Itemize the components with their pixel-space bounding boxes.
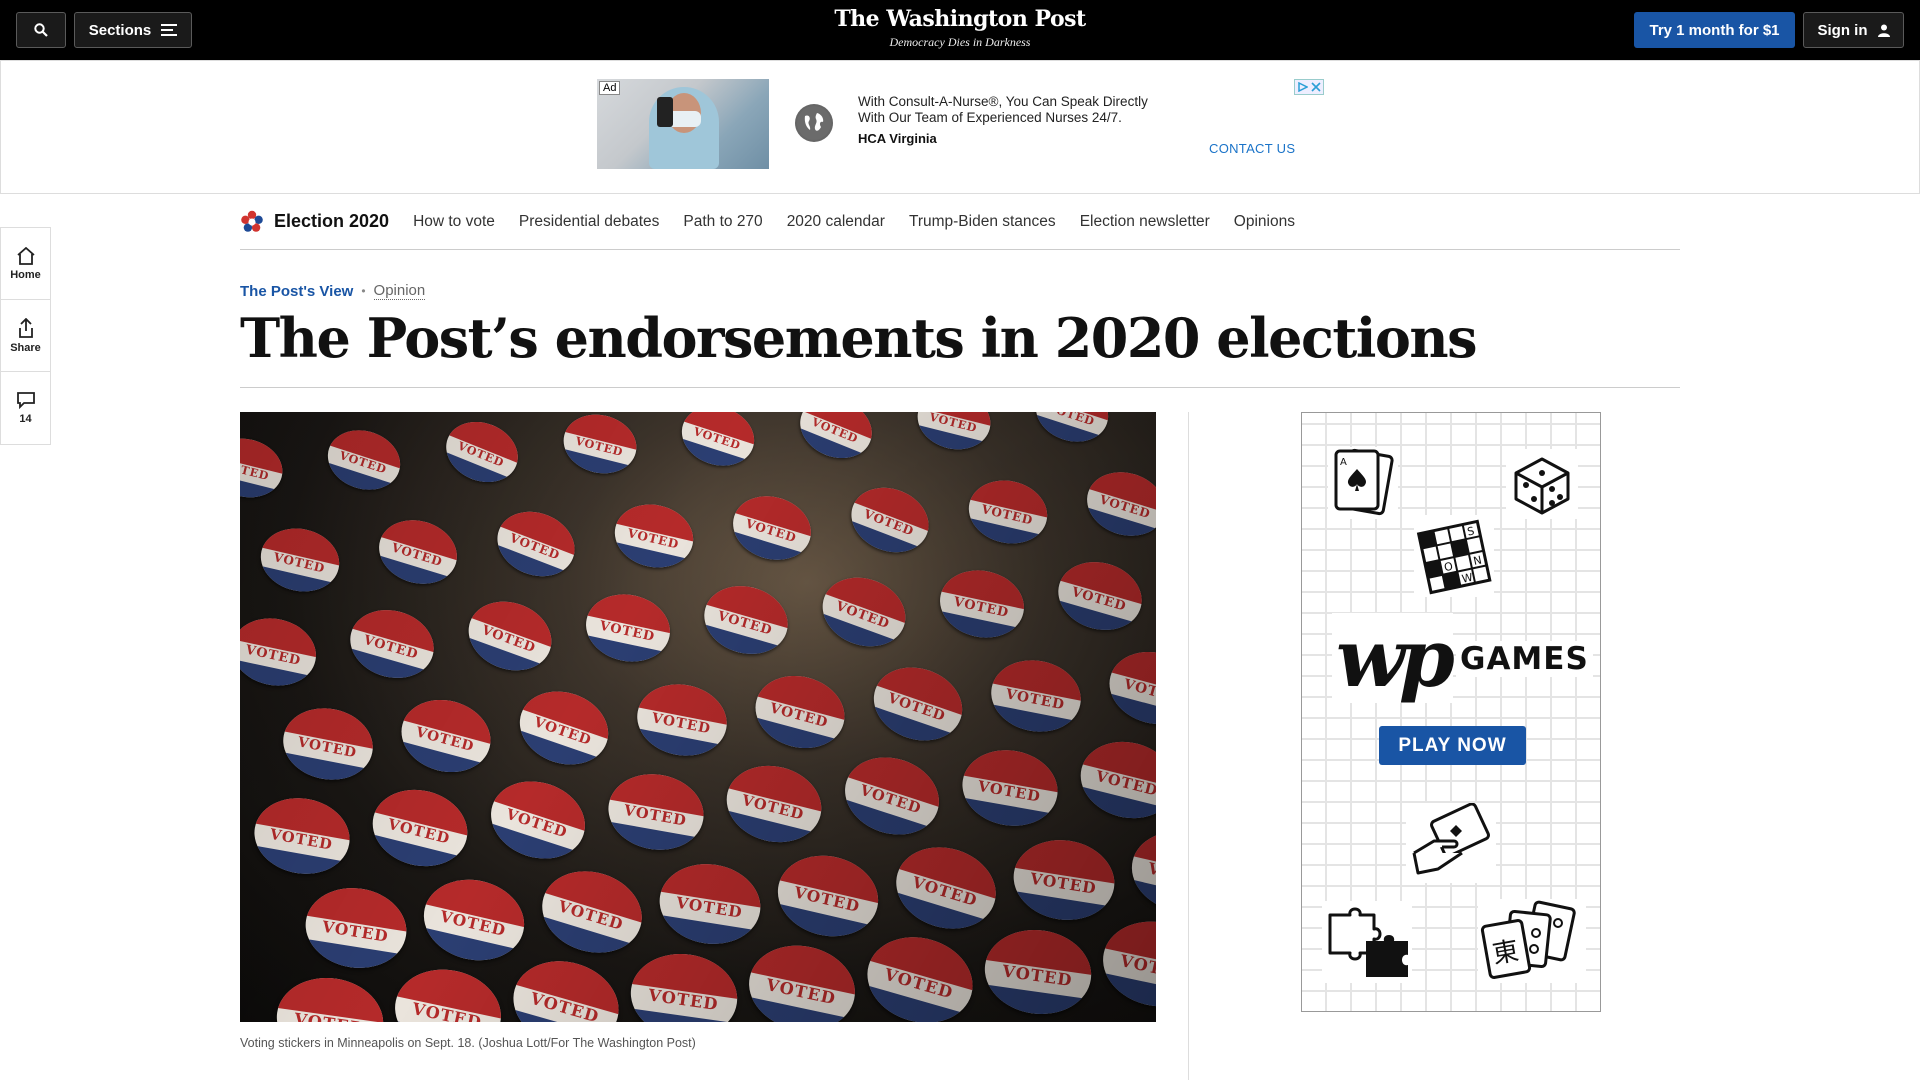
kicker-separator: •: [361, 284, 366, 298]
home-icon: [16, 246, 35, 265]
ad-label: Ad: [599, 81, 621, 95]
play-now-button[interactable]: PLAY NOW: [1379, 726, 1526, 765]
ad-sponsor[interactable]: HCA Virginia: [858, 131, 937, 146]
sign-in-label: Sign in: [1817, 21, 1868, 39]
share-icon: [18, 317, 33, 338]
column-divider: [1188, 412, 1189, 1080]
search-icon: [34, 23, 48, 37]
election-2020-title[interactable]: Election 2020: [274, 211, 389, 232]
nav-link-opinions[interactable]: Opinions: [1234, 213, 1295, 231]
home-button[interactable]: Home: [1, 228, 50, 300]
subscribe-button[interactable]: Try 1 month for $1: [1634, 12, 1795, 48]
sections-label: Sections: [88, 21, 152, 39]
tagline: Democracy Dies in Darkness: [889, 35, 1031, 49]
nav-link-how-to-vote[interactable]: How to vote: [413, 213, 495, 231]
article-kicker: The Post's View • Opinion: [240, 282, 426, 300]
comments-button[interactable]: 14: [1, 372, 50, 444]
nav-link-trump-biden-stances[interactable]: Trump-Biden stances: [909, 213, 1056, 231]
nav-link-election-newsletter[interactable]: Election newsletter: [1080, 213, 1210, 231]
image-caption: Voting stickers in Minneapolis on Sept. …: [240, 1036, 696, 1050]
adchoices-triangle-icon: [1297, 82, 1308, 92]
mahjong-tiles-icon: 東: [1478, 899, 1586, 983]
sign-in-button[interactable]: Sign in: [1803, 12, 1904, 48]
close-icon: [1310, 82, 1321, 92]
share-button[interactable]: Share: [1, 300, 50, 372]
games-title: GAMES: [1456, 641, 1593, 677]
comment-icon: [16, 392, 35, 409]
puzzle-piece-icon: [1322, 901, 1412, 983]
election-star-icon[interactable]: [240, 210, 264, 234]
top-navigation-bar: Sections The Washington Post Democracy D…: [0, 0, 1920, 60]
ad-choices-icon[interactable]: [1294, 79, 1324, 95]
ad-contact-button[interactable]: CONTACT US: [1209, 141, 1295, 156]
sections-button[interactable]: Sections: [74, 12, 192, 48]
ad-text[interactable]: With Consult-A-Nurse®, You Can Speak Dir…: [858, 94, 1178, 126]
nav-link-path-to-270[interactable]: Path to 270: [683, 213, 762, 231]
election-nav: Election 2020 How to vote Presidential d…: [240, 194, 1680, 250]
wp-logo: wp: [1332, 613, 1455, 703]
home-label: Home: [10, 268, 41, 281]
user-icon: [1877, 24, 1890, 37]
svg-text:A: A: [1340, 457, 1347, 468]
hamburger-icon: [161, 24, 178, 36]
kicker-opinion-label[interactable]: Opinion: [373, 282, 426, 300]
playing-card-icon: A: [1328, 447, 1398, 519]
svg-text:東: 東: [1490, 936, 1521, 970]
masthead[interactable]: The Washington Post Democracy Dies in Da…: [760, 6, 1160, 50]
article-headline: The Post’s endorsements in 2020 election…: [240, 306, 1478, 370]
nav-link-presidential-debates[interactable]: Presidential debates: [519, 213, 659, 231]
search-button[interactable]: [16, 12, 66, 48]
washington-post-logo[interactable]: The Washington Post: [760, 6, 1160, 32]
ad-banner[interactable]: Ad With Consult-A-Nurse®, You Can Speak …: [0, 60, 1920, 194]
hand-card-icon: [1406, 802, 1496, 883]
games-ad[interactable]: A S O N W wp GAMES PLAY NOW 東: [1301, 412, 1601, 1012]
dice-icon: [1506, 449, 1578, 519]
photo-shadow-overlay: [240, 412, 1156, 1022]
share-rail: Home Share 14: [0, 227, 51, 445]
crossword-icon: S O N W: [1414, 515, 1494, 597]
hero-image[interactable]: VOTEDVOTEDVOTEDVOTEDVOTEDVOTEDVOTEDVOTED…: [240, 412, 1156, 1022]
kicker-section-link[interactable]: The Post's View: [240, 283, 353, 300]
globe-icon: [795, 104, 833, 142]
nav-link-2020-calendar[interactable]: 2020 calendar: [787, 213, 885, 231]
comments-count: 14: [19, 413, 32, 425]
headline-divider: [240, 387, 1680, 388]
ad-image[interactable]: Ad: [597, 79, 769, 169]
share-label: Share: [10, 341, 41, 354]
